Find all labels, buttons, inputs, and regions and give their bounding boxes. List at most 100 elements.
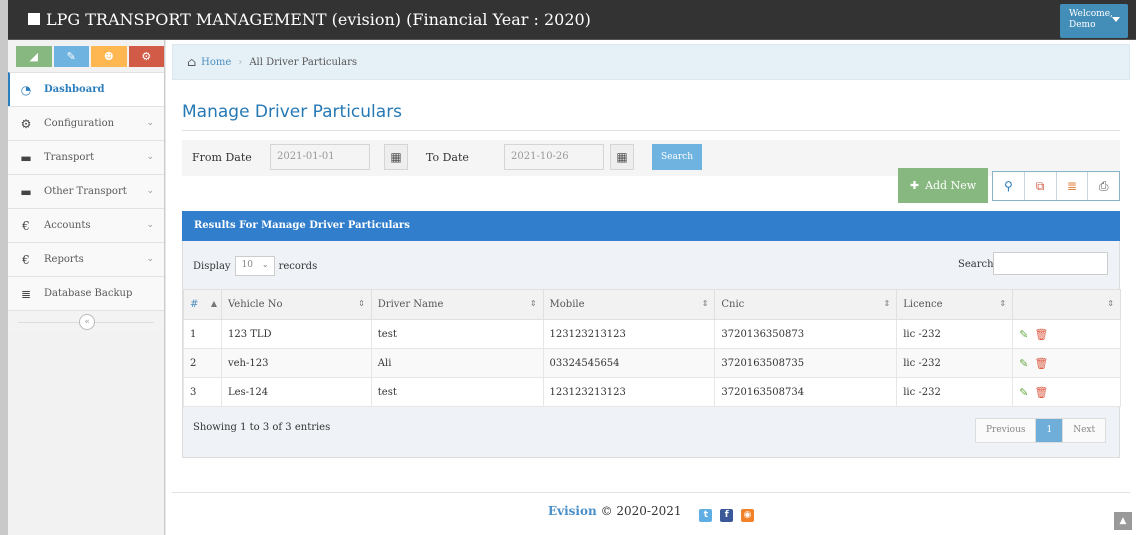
logo-icon: [28, 13, 40, 25]
sidebar-item-dashboard[interactable]: ◔ Dashboard: [8, 72, 164, 106]
col-header-driver-name[interactable]: Driver Name ⇕: [370, 289, 544, 320]
breadcrumb-separator-icon: ›: [238, 56, 243, 68]
trash-icon[interactable]: 🗑: [1034, 386, 1048, 399]
chart-icon: ◢: [29, 50, 38, 63]
breadcrumb-home-link[interactable]: Home: [201, 57, 231, 68]
table-row: 2 veh-123 Ali 03324545654 3720163508735 …: [183, 348, 1121, 378]
main-content: ⌂ Home › All Driver Particulars Manage D…: [166, 40, 1136, 535]
search-button[interactable]: Search: [652, 144, 702, 170]
col-header-index[interactable]: # ▲: [183, 289, 222, 320]
tachometer-icon: ◔: [20, 82, 32, 97]
cell-licence: lic -232: [896, 348, 1014, 378]
sort-icon: ⇕: [999, 299, 1007, 308]
sidebar-item-label: Other Transport: [44, 186, 127, 197]
title-divider: [182, 130, 1120, 131]
cell-vehicle-no: Les-124: [220, 377, 372, 407]
sidebar-item-label: Configuration: [44, 118, 115, 129]
cell-mobile: 123123213123: [542, 319, 716, 349]
sidebar-item-label: Accounts: [44, 220, 91, 231]
sidebar: ◢ ✎ ☻ ⚙ ◔ Dashboard ⚙ Configuration ⌄ ▬ …: [8, 40, 165, 535]
col-header-vehicle-no[interactable]: Vehicle No ⇕: [220, 289, 372, 320]
table-row: 1 123 TLD test 123123213123 372013635087…: [183, 319, 1121, 349]
sort-asc-icon: ▲: [210, 299, 217, 308]
table-tools: ⚲ ⧉ ≣ ⎙: [992, 171, 1120, 201]
cell-vehicle-no: 123 TLD: [220, 319, 372, 349]
export-icon[interactable]: ≣: [1057, 172, 1089, 200]
collapse-sidebar-icon[interactable]: «: [79, 314, 95, 330]
records-label: records: [278, 260, 318, 272]
page-length-select[interactable]: 10 ⌄: [234, 256, 275, 276]
sidebar-item-label: Reports: [44, 254, 84, 265]
page-title: Manage Driver Particulars: [182, 102, 403, 122]
footer-divider: [172, 492, 1130, 493]
add-new-button[interactable]: ✚ Add New: [898, 168, 988, 203]
footer: Evision © 2020-2021 t f ◉: [166, 504, 1136, 522]
twitter-icon[interactable]: t: [699, 509, 713, 522]
sidebar-item-label: Database Backup: [44, 288, 133, 299]
col-header-actions[interactable]: ⇕: [1012, 289, 1121, 320]
cell-driver-name: test: [370, 377, 544, 407]
from-date-input[interactable]: 2021-01-01: [270, 144, 370, 170]
add-new-label: Add New: [925, 179, 977, 192]
previous-page-button[interactable]: Previous: [976, 419, 1037, 442]
print-icon[interactable]: ⎙: [1088, 172, 1119, 200]
chart-shortcut-button[interactable]: ◢: [16, 46, 52, 67]
cell-mobile: 123123213123: [542, 377, 716, 407]
table-info: Showing 1 to 3 of 3 entries: [193, 422, 331, 433]
cogs-icon: ⚙: [20, 116, 32, 131]
truck-icon: ▬: [20, 150, 32, 165]
table-row: 3 Les-124 test 123123213123 372016350873…: [183, 377, 1121, 407]
trash-icon[interactable]: 🗑: [1034, 328, 1048, 341]
user-menu-button[interactable]: Welcome, Demo: [1060, 4, 1128, 38]
page-length-control: Display 10 ⌄ records: [193, 256, 317, 276]
users-icon: ☻: [103, 50, 114, 63]
to-date-input[interactable]: 2021-10-26: [504, 144, 604, 170]
cell-cnic: 3720136350873: [714, 319, 898, 349]
users-shortcut-button[interactable]: ☻: [91, 46, 127, 67]
table-search-label: Search:: [958, 259, 997, 270]
sort-icon: ⇕: [358, 299, 365, 308]
scroll-up-icon[interactable]: ▲: [1114, 512, 1132, 530]
page-1-button[interactable]: 1: [1036, 419, 1064, 442]
calendar-icon[interactable]: ▦: [610, 144, 634, 170]
footer-copyright: © 2020-2021: [600, 504, 682, 518]
sidebar-item-accounts[interactable]: € Accounts ⌄: [8, 208, 164, 242]
table-search-input[interactable]: [993, 252, 1108, 275]
cell-licence: lic -232: [896, 377, 1014, 407]
chevron-down-icon: ⌄: [146, 254, 154, 264]
col-header-mobile[interactable]: Mobile ⇕: [542, 289, 716, 320]
copy-icon[interactable]: ⧉: [1025, 172, 1057, 200]
sidebar-item-transport[interactable]: ▬ Transport ⌄: [8, 140, 164, 174]
cell-actions: ✎ 🗑: [1012, 319, 1121, 349]
sidebar-item-other-transport[interactable]: ▬ Other Transport ⌄: [8, 174, 164, 208]
sidebar-item-label: Dashboard: [44, 84, 105, 95]
euro-icon: €: [22, 218, 30, 233]
col-header-licence[interactable]: Licence ⇕: [896, 289, 1014, 320]
sidebar-collapse-bar: «: [8, 310, 164, 332]
cell-mobile: 03324545654: [542, 348, 716, 378]
pencil-icon[interactable]: ✎: [1019, 357, 1028, 370]
pencil-icon[interactable]: ✎: [1019, 386, 1028, 399]
facebook-icon[interactable]: f: [720, 509, 734, 522]
rss-icon[interactable]: ◉: [741, 509, 754, 522]
navbar: LPG TRANSPORT MANAGEMENT (evision) (Fina…: [8, 0, 1136, 40]
sidebar-item-database-backup[interactable]: ≣ Database Backup: [8, 276, 164, 310]
calendar-icon[interactable]: ▦: [384, 144, 408, 170]
trash-icon[interactable]: 🗑: [1034, 357, 1048, 370]
from-date-label: From Date: [192, 151, 252, 164]
to-date-label: To Date: [426, 151, 469, 164]
cogs-shortcut-button[interactable]: ⚙: [128, 46, 164, 67]
search-tool-icon[interactable]: ⚲: [993, 172, 1025, 200]
sort-icon: ⇕: [701, 299, 709, 308]
sidebar-item-configuration[interactable]: ⚙ Configuration ⌄: [8, 106, 164, 140]
home-icon: ⌂: [187, 55, 197, 69]
sidebar-item-reports[interactable]: € Reports ⌄: [8, 242, 164, 276]
pencil-icon[interactable]: ✎: [1019, 328, 1028, 341]
next-page-button[interactable]: Next: [1063, 419, 1105, 442]
app-title: LPG TRANSPORT MANAGEMENT (evision) (Fina…: [46, 10, 591, 29]
footer-brand: Evision: [548, 504, 597, 518]
chevron-down-icon: ⌄: [261, 260, 269, 269]
pencil-shortcut-button[interactable]: ✎: [53, 46, 89, 67]
breadcrumb-current: All Driver Particulars: [249, 56, 357, 68]
col-header-cnic[interactable]: Cnic ⇕: [714, 289, 898, 320]
